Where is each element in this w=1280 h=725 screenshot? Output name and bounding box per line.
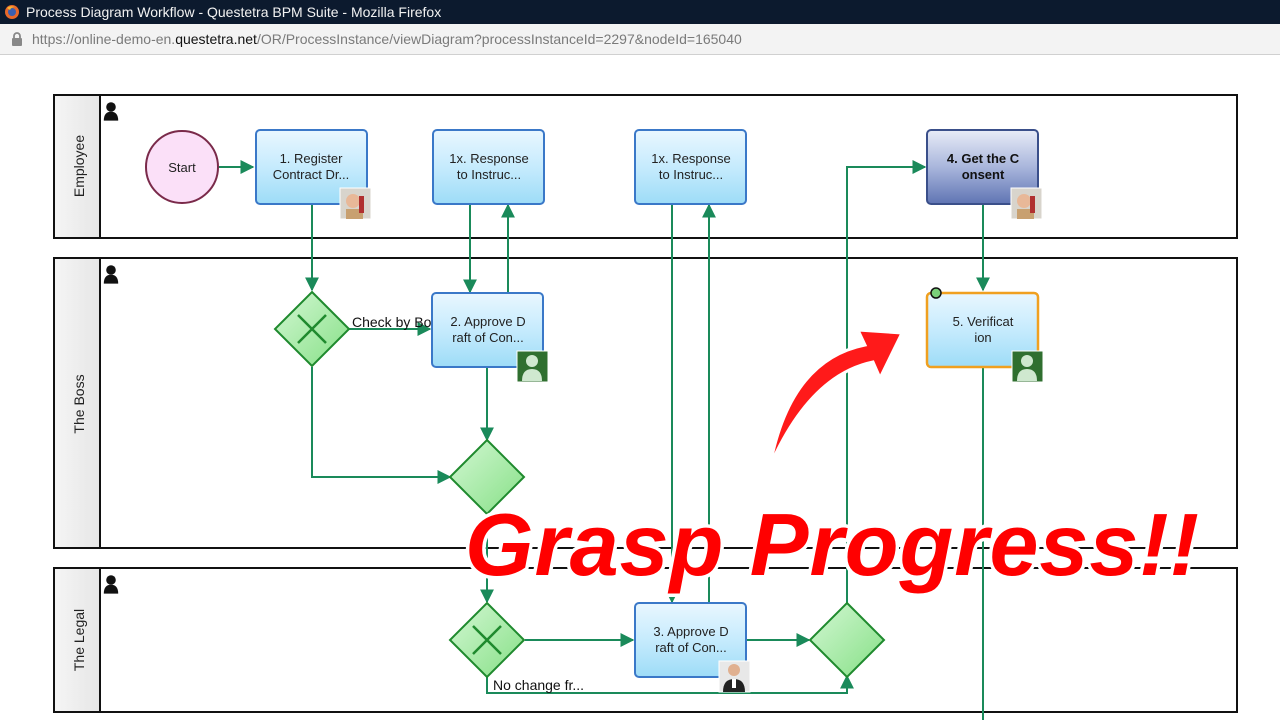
process-diagram: Employee The Boss The Legal Start 1. Reg… — [53, 94, 1238, 720]
url-text[interactable]: https://online-demo-en.questetra.net/OR/… — [32, 24, 742, 54]
window-title-bar: Process Diagram Workflow - Questetra BPM… — [0, 0, 1280, 24]
assignee-avatar — [1010, 187, 1043, 220]
task-label-line2: to Instruc... — [457, 167, 521, 182]
task-label-line2: raft of Con... — [655, 640, 727, 655]
task-label-line1: 3. Approve D — [653, 624, 728, 639]
task-verification[interactable]: 5. Verificat ion — [925, 287, 1044, 383]
current-step-indicator — [930, 287, 942, 299]
assignee-avatar — [1011, 350, 1044, 383]
task-label-line2: raft of Con... — [452, 330, 524, 345]
lane-label-legal: The Legal — [71, 609, 87, 671]
address-bar[interactable]: https://online-demo-en.questetra.net/OR/… — [0, 24, 1280, 55]
assignee-avatar — [339, 187, 372, 220]
edge-label-check-by-boss: Check by Bo — [352, 314, 432, 330]
lane-label-employee: Employee — [71, 135, 87, 197]
url-suffix: /OR/ProcessInstance/viewDiagram?processI… — [256, 31, 742, 47]
url-prefix: https://online-demo-en. — [32, 31, 176, 47]
task-label-line1: 4. Get the C — [947, 151, 1020, 166]
task-response-instruction-b[interactable]: 1x. Response to Instruc... — [634, 129, 747, 205]
lane-label-boss: The Boss — [71, 374, 87, 433]
window-title: Process Diagram Workflow - Questetra BPM… — [26, 4, 442, 20]
task-label-line1: 1x. Response — [449, 151, 529, 166]
task-label-line2: to Instruc... — [659, 167, 723, 182]
edge-label-no-change: No change fr... — [493, 677, 584, 693]
url-domain: questetra.net — [175, 31, 257, 47]
start-event-label: Start — [168, 160, 196, 175]
banner-text: Grasp Progress!! — [465, 495, 1200, 594]
task-response-instruction-a[interactable]: 1x. Response to Instruc... — [432, 129, 545, 205]
task-label-line2: ion — [974, 330, 991, 345]
assignee-avatar — [516, 350, 549, 383]
task-label-line1: 1x. Response — [651, 151, 731, 166]
task-label-line1: 5. Verificat — [953, 314, 1014, 329]
task-label-line1: 2. Approve D — [450, 314, 525, 329]
lock-icon — [12, 32, 22, 46]
firefox-icon — [5, 5, 19, 19]
process-diagram-canvas: Employee The Boss The Legal Start 1. Reg… — [0, 55, 1280, 720]
assignee-avatar — [718, 660, 751, 693]
task-label-line2: Contract Dr... — [273, 167, 350, 182]
task-label-line1: 1. Register — [280, 151, 344, 166]
start-event[interactable]: Start — [145, 130, 219, 204]
task-label-line2: onsent — [962, 167, 1005, 182]
